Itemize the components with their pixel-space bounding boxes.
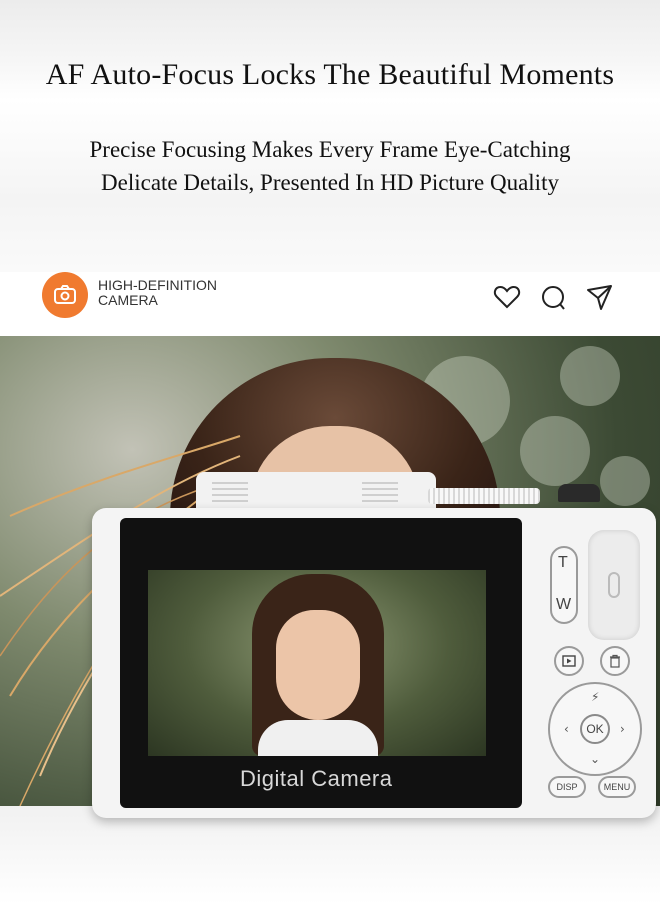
- delete-button[interactable]: [600, 646, 630, 676]
- brand-name: HIGH-DEFINITION CAMERA: [98, 278, 217, 308]
- brand-line-2: CAMERA: [98, 292, 158, 308]
- chevron-down-icon[interactable]: ⌄: [590, 752, 600, 766]
- zoom-wide-label: W: [556, 596, 572, 613]
- comment-icon[interactable]: [538, 282, 568, 312]
- disp-button[interactable]: DISP: [548, 776, 586, 798]
- camera-icon: [54, 285, 76, 304]
- trash-icon: [610, 654, 620, 668]
- direction-pad[interactable]: ⚡ ‹ › ⌄ OK: [548, 682, 642, 776]
- menu-button[interactable]: MENU: [598, 776, 636, 798]
- screen-preview-image: [148, 570, 486, 756]
- floor-reflection: [0, 806, 660, 904]
- brand-line-1: HIGH-DEFINITION: [98, 277, 217, 293]
- flash-icon[interactable]: ⚡: [591, 690, 599, 704]
- mode-dial[interactable]: [428, 488, 540, 504]
- ok-button[interactable]: OK: [580, 714, 610, 744]
- headline: AF Auto-Focus Locks The Beautiful Moment…: [45, 58, 615, 91]
- subheadline-2: Delicate Details, Presented In HD Pictur…: [101, 170, 559, 195]
- shutter-button[interactable]: [558, 484, 600, 502]
- avatar[interactable]: [42, 272, 88, 318]
- heart-icon[interactable]: [492, 282, 522, 312]
- play-icon: [562, 655, 576, 667]
- screen-label: Digital Camera: [240, 766, 393, 791]
- subheadline-1: Precise Focusing Makes Every Frame Eye-C…: [89, 137, 571, 162]
- thumb-grip: [588, 530, 640, 640]
- chevron-left-icon[interactable]: ‹: [564, 722, 569, 736]
- playback-button[interactable]: [554, 646, 584, 676]
- banner-background: [0, 0, 660, 272]
- share-icon[interactable]: [584, 282, 614, 312]
- zoom-tele-label: T: [558, 554, 568, 571]
- camera-top-hump: [196, 472, 436, 512]
- chevron-right-icon[interactable]: ›: [620, 722, 625, 736]
